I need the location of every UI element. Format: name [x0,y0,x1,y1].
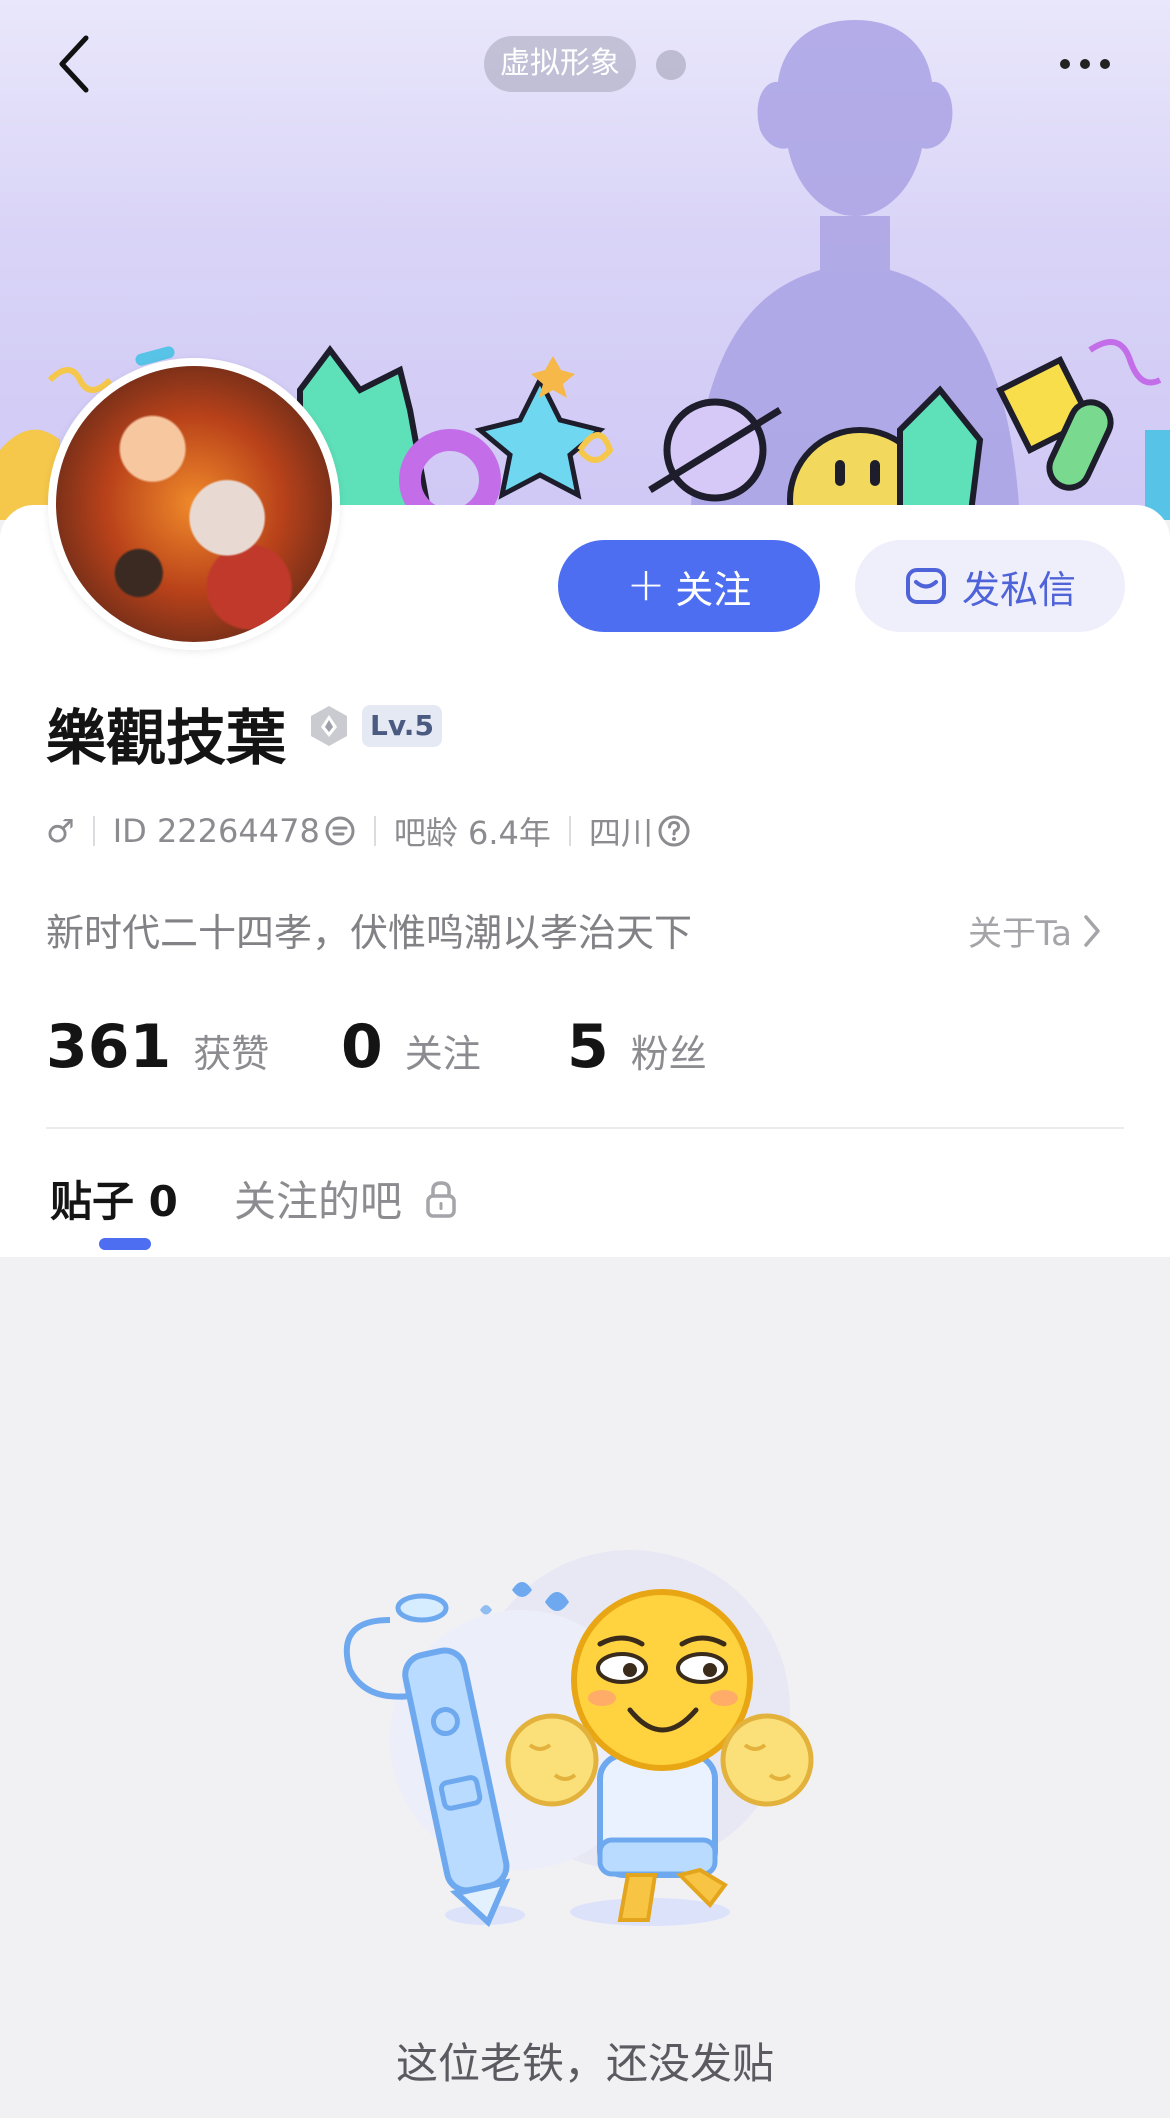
stat-label: 关注 [404,1032,481,1076]
stat-value: 361 [46,1012,172,1082]
tab-followed-bars[interactable]: 关注的吧 [234,1168,458,1229]
empty-state-illustration [343,1550,814,1928]
copy-id-icon[interactable] [324,815,356,847]
dot-icon [1100,59,1110,69]
user-avatar[interactable] [48,358,340,650]
stat-label: 获赞 [193,1032,270,1076]
plus-icon: + [626,557,666,611]
tab-posts[interactable]: 贴子 0 [50,1168,178,1229]
private-message-button[interactable]: 发私信 [855,540,1125,632]
envelope-icon [905,568,946,604]
user-bio: 新时代二十四孝，伏惟鸣潮以孝治天下 [46,911,693,955]
chevron-right-icon [1084,914,1100,947]
divider [46,1127,1124,1129]
help-circle-icon[interactable] [657,814,691,848]
more-options-button[interactable] [1030,40,1140,88]
stat-fans[interactable]: 5 粉丝 [567,1012,707,1082]
gender-icon: ♂ [46,812,75,850]
about-label: 关于Ta [968,914,1072,954]
profile-meta-row: ♂ ID 22264478 吧龄 6.4年 四川 [46,806,691,856]
stat-likes[interactable]: 361 获赞 [46,1012,269,1082]
bar-age: 吧龄 6.4年 [393,814,551,852]
dot-icon [1060,59,1070,69]
follow-label: 关注 [675,567,752,612]
message-label: 发私信 [961,567,1076,612]
location: 四川 [588,814,653,852]
dot-icon [1080,59,1090,69]
lock-icon [426,1180,456,1218]
empty-state-message: 这位老铁，还没发贴 [395,2039,774,2088]
active-tab-indicator [99,1238,151,1250]
stat-label: 粉丝 [630,1032,707,1076]
separator [92,816,95,846]
stat-value: 5 [567,1012,609,1082]
back-button[interactable] [44,28,104,100]
username: 樂觀技葉 [46,704,286,774]
virtual-avatar-pill[interactable]: 虚拟形象 [484,36,636,92]
follow-button[interactable]: + 关注 [558,540,820,632]
pill-indicator-dot [656,50,686,80]
chevron-left-icon [59,35,89,93]
stat-following[interactable]: 0 关注 [341,1012,481,1082]
separator [373,816,376,846]
separator [568,816,571,846]
tab-followed-bars-label: 关注的吧 [234,1177,403,1226]
profile-tabs: 贴子 0 关注的吧 [0,1132,1170,1257]
stat-value: 0 [341,1012,383,1082]
honor-badge-icon [311,706,347,746]
user-id: ID 22264478 [112,812,320,850]
level-badge: Lv.5 [362,705,442,747]
about-link[interactable]: 关于Ta [968,906,1102,955]
